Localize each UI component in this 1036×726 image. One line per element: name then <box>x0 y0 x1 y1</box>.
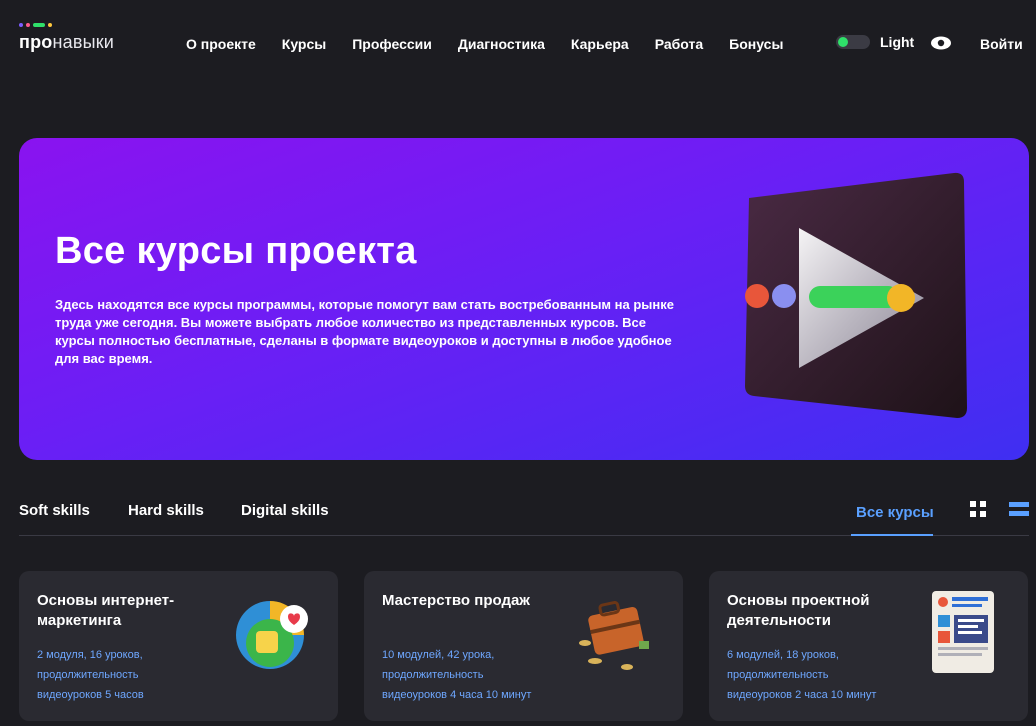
document-icon <box>932 591 994 673</box>
course-card-sales-mastery[interactable]: Мастерство продаж 10 модулей, 42 урока, … <box>364 571 683 721</box>
logo[interactable]: пронавыки <box>19 22 129 62</box>
nav-item-career[interactable]: Карьера <box>571 36 629 52</box>
nav-item-diagnostics[interactable]: Диагностика <box>458 36 545 52</box>
top-header: пронавыки О проекте Курсы Профессии Диаг… <box>0 0 1036 80</box>
tab-digital-skills[interactable]: Digital skills <box>241 502 329 519</box>
card-title: Мастерство продаж <box>382 592 530 609</box>
card-title: Основы интернет-маркетинга <box>37 592 175 629</box>
card-title: Основы проектной деятельности <box>727 592 870 629</box>
nav-item-bonuses[interactable]: Бонусы <box>729 36 783 52</box>
theme-switcher[interactable]: Light <box>836 34 914 50</box>
card-meta: 6 модулей, 18 уроков, продолжительность … <box>727 649 877 701</box>
theme-label: Light <box>880 34 915 50</box>
play-icon <box>745 172 967 418</box>
course-card-internet-marketing[interactable]: Основы интернет-маркетинга 2 модуля, 16 … <box>19 571 338 721</box>
theme-toggle[interactable] <box>836 35 870 49</box>
main-nav: О проекте Курсы Профессии Диагностика Ка… <box>186 36 809 52</box>
hero-description: Здесь находятся все курсы программы, кот… <box>55 297 674 366</box>
course-card-project-activity[interactable]: Основы проектной деятельности 6 модулей,… <box>709 571 1028 721</box>
list-view-icon[interactable] <box>1009 500 1029 518</box>
card-meta: 2 модуля, 16 уроков, продолжительность в… <box>37 649 144 701</box>
logo-dots <box>19 22 129 28</box>
grid-view-icon[interactable] <box>969 500 987 518</box>
hero-title: Все курсы проекта <box>55 230 417 272</box>
hero-banner: Все курсы проекта Здесь находятся все ку… <box>19 138 1029 460</box>
briefcase-icon <box>579 601 649 670</box>
nav-item-about[interactable]: О проекте <box>186 36 256 52</box>
card-meta: 10 модулей, 42 урока, продолжительность … <box>382 649 532 701</box>
tab-soft-skills[interactable]: Soft skills <box>19 502 90 519</box>
nav-item-professions[interactable]: Профессии <box>352 36 432 52</box>
eye-icon[interactable] <box>930 36 952 50</box>
logo-text: пронавыки <box>19 32 115 52</box>
course-tabs: Soft skills Hard skills Digital skills В… <box>19 500 1029 536</box>
active-tab-underline <box>851 534 933 536</box>
tab-hard-skills[interactable]: Hard skills <box>128 502 204 519</box>
marketing-icon <box>236 601 308 669</box>
nav-item-work[interactable]: Работа <box>655 36 703 52</box>
tab-all-courses[interactable]: Все курсы <box>856 504 934 521</box>
login-button[interactable]: Войти <box>980 36 1023 52</box>
nav-item-courses[interactable]: Курсы <box>282 36 326 52</box>
